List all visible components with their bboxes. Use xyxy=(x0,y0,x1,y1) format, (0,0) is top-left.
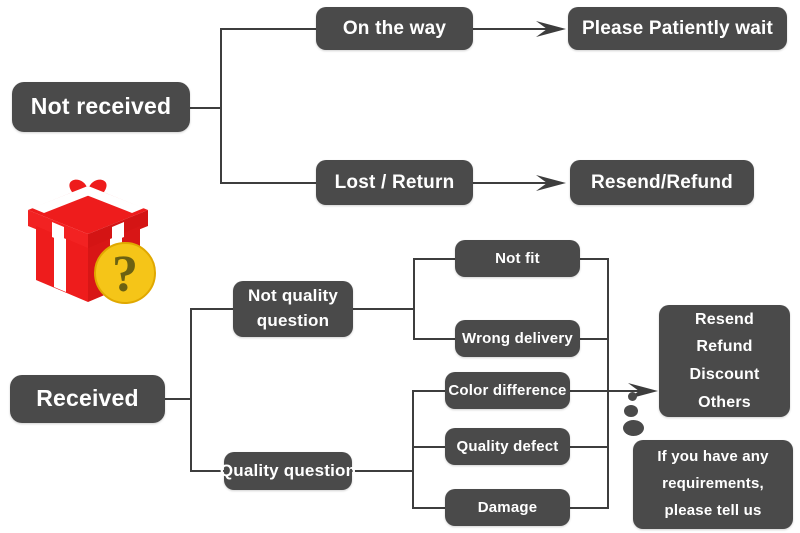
node-please-patiently-wait[interactable]: Please Patiently wait xyxy=(568,7,787,50)
node-lost-return[interactable]: Lost / Return xyxy=(316,160,473,205)
node-not-quality-question[interactable]: Not quality question xyxy=(233,281,353,337)
node-quality-question-label: Quality question xyxy=(219,460,357,480)
connector-not-received-spine xyxy=(220,28,222,184)
connector-outcome-collector-rail xyxy=(607,258,609,509)
node-requirements-note-line-1: If you have any xyxy=(657,448,769,466)
node-requirements-note-line-3: please tell us xyxy=(664,501,762,519)
node-not-quality-question-label-line-2: question xyxy=(256,311,330,330)
arrowhead-on-the-way-to-wait xyxy=(536,18,568,40)
node-quality-defect-label: Quality defect xyxy=(456,437,559,455)
flowchart-canvas: ? Not received On the way Please Patient… xyxy=(0,0,800,533)
speech-trail-dot-small xyxy=(628,392,637,401)
connector-to-wrong-delivery xyxy=(413,338,455,340)
node-outcomes-item-refund: Refund xyxy=(696,338,753,356)
node-resend-refund[interactable]: Resend/Refund xyxy=(570,160,754,205)
connector-received-spine xyxy=(190,308,192,472)
node-damage[interactable]: Damage xyxy=(445,489,570,526)
node-not-fit[interactable]: Not fit xyxy=(455,240,580,277)
connector-color-difference-out xyxy=(570,390,609,392)
connector-not-quality-fan xyxy=(413,258,415,340)
connector-wrong-delivery-out xyxy=(580,338,609,340)
node-received[interactable]: Received xyxy=(10,375,165,423)
node-not-quality-question-label-line-1: Not quality xyxy=(247,286,339,306)
speech-trail-dot-large xyxy=(623,420,644,436)
node-received-label: Received xyxy=(36,385,139,412)
connector-to-not-fit xyxy=(413,258,455,260)
node-requirements-note-line-2: requirements, xyxy=(662,475,764,493)
node-color-difference-label: Color difference xyxy=(448,381,567,399)
connector-not-received-stem xyxy=(190,107,222,109)
node-not-fit-label: Not fit xyxy=(495,249,540,267)
node-outcomes[interactable]: Resend Refund Discount Others xyxy=(659,305,790,417)
node-damage-label: Damage xyxy=(477,498,538,516)
node-outcomes-item-discount: Discount xyxy=(689,366,760,383)
node-color-difference[interactable]: Color difference xyxy=(445,372,570,409)
connector-received-stem xyxy=(165,398,192,400)
node-outcomes-item-resend: Resend xyxy=(695,310,754,328)
connector-to-not-quality-question xyxy=(190,308,233,310)
node-on-the-way[interactable]: On the way xyxy=(316,7,473,50)
node-quality-question[interactable]: Quality question xyxy=(220,452,356,490)
node-quality-defect[interactable]: Quality defect xyxy=(445,428,570,465)
node-wrong-delivery-label: Wrong delivery xyxy=(462,329,573,347)
connector-quality-fan xyxy=(412,390,414,508)
gift-box-question-icon: ? xyxy=(14,168,164,308)
connector-quality-defect-out xyxy=(570,446,609,448)
node-lost-return-label: Lost / Return xyxy=(334,171,455,193)
connector-not-quality-out xyxy=(353,308,415,310)
svg-text:?: ? xyxy=(112,246,138,303)
node-outcomes-item-others: Others xyxy=(698,393,751,411)
node-wrong-delivery[interactable]: Wrong delivery xyxy=(455,320,580,357)
node-on-the-way-label: On the way xyxy=(342,17,447,39)
connector-to-color-difference xyxy=(412,390,445,392)
connector-to-damage xyxy=(412,507,445,509)
connector-damage-out xyxy=(570,507,609,509)
connector-quality-out xyxy=(352,470,414,472)
node-requirements-note[interactable]: If you have any requirements, please tel… xyxy=(633,440,793,529)
node-resend-refund-label: Resend/Refund xyxy=(591,171,733,193)
speech-trail-dot-medium xyxy=(624,405,638,417)
arrowhead-lost-return-to-resend xyxy=(536,172,568,194)
node-not-received-label: Not received xyxy=(30,93,172,120)
connector-not-fit-out xyxy=(580,258,609,260)
connector-to-quality-defect xyxy=(412,446,445,448)
connector-to-on-the-way xyxy=(220,28,317,30)
node-not-received[interactable]: Not received xyxy=(12,82,190,132)
connector-to-lost-return xyxy=(220,182,317,184)
node-please-patiently-wait-label: Please Patiently wait xyxy=(581,17,774,39)
